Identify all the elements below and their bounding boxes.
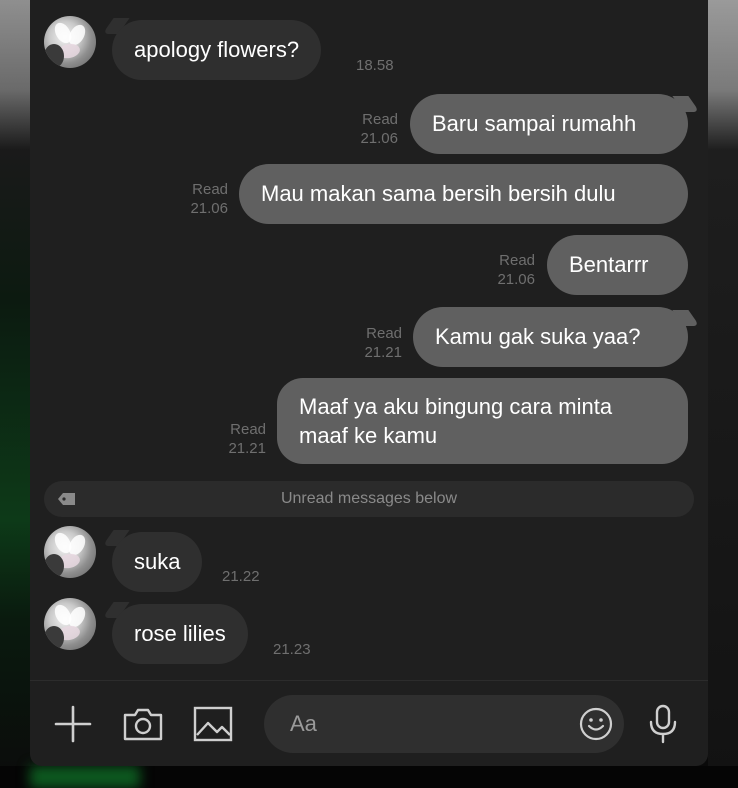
message-text: rose lilies [134,621,226,646]
message-text: Bentarrr [569,252,649,277]
contact-avatar[interactable] [44,526,96,578]
camera-icon[interactable] [122,703,164,745]
contact-avatar[interactable] [44,598,96,650]
contact-avatar[interactable] [44,16,96,68]
message-text: suka [134,549,181,574]
message-input[interactable]: Aa [264,695,624,753]
unread-messages-divider: Unread messages below [44,481,694,517]
message-input-placeholder: Aa [290,711,317,736]
message-text: Maaf ya aku bingung cara minta maaf ke k… [299,394,613,448]
outgoing-message[interactable]: Bentarrr [547,235,688,295]
message-text: Kamu gak suka yaa? [435,324,641,349]
outgoing-message[interactable]: Kamu gak suka yaa? [413,307,688,367]
message-text: Mau makan sama bersih bersih dulu [261,181,616,206]
message-time: 21.23 [273,641,311,658]
microphone-icon[interactable] [642,703,684,745]
message-list[interactable]: apology flowers? 18.58 Read 21.06 Baru sa… [30,0,708,680]
message-read-receipt: Read 21.06 [360,111,398,147]
unread-label: Unread messages below [280,490,458,507]
outgoing-message[interactable]: Maaf ya aku bingung cara minta maaf ke k… [277,378,688,464]
message-read-receipt: Read 21.06 [190,181,228,217]
outgoing-message[interactable]: Baru sampai rumahh [410,94,688,154]
composer-toolbar: Aa [30,681,708,766]
message-text: apology flowers? [134,37,300,62]
image-icon[interactable] [192,703,234,745]
tag-icon [58,493,75,505]
background-green-glow [30,766,140,788]
incoming-message[interactable]: suka [112,532,203,592]
outgoing-message[interactable]: Mau makan sama bersih bersih dulu [239,164,688,224]
emoji-icon[interactable] [578,706,614,742]
chat-panel: apology flowers? 18.58 Read 21.06 Baru sa… [30,0,708,766]
message-read-receipt: Read 21.21 [364,325,402,361]
background-left-edge [0,0,30,788]
message-time: 18.58 [356,57,394,74]
incoming-message[interactable]: rose lilies [112,604,248,664]
plus-icon[interactable] [52,703,94,745]
message-time: 21.22 [222,568,260,585]
message-read-receipt: Read 21.21 [228,421,266,457]
incoming-message[interactable]: apology flowers? [112,20,322,80]
background-right-edge [708,0,738,788]
message-text: Baru sampai rumahh [432,111,637,136]
message-read-receipt: Read 21.06 [497,252,535,288]
